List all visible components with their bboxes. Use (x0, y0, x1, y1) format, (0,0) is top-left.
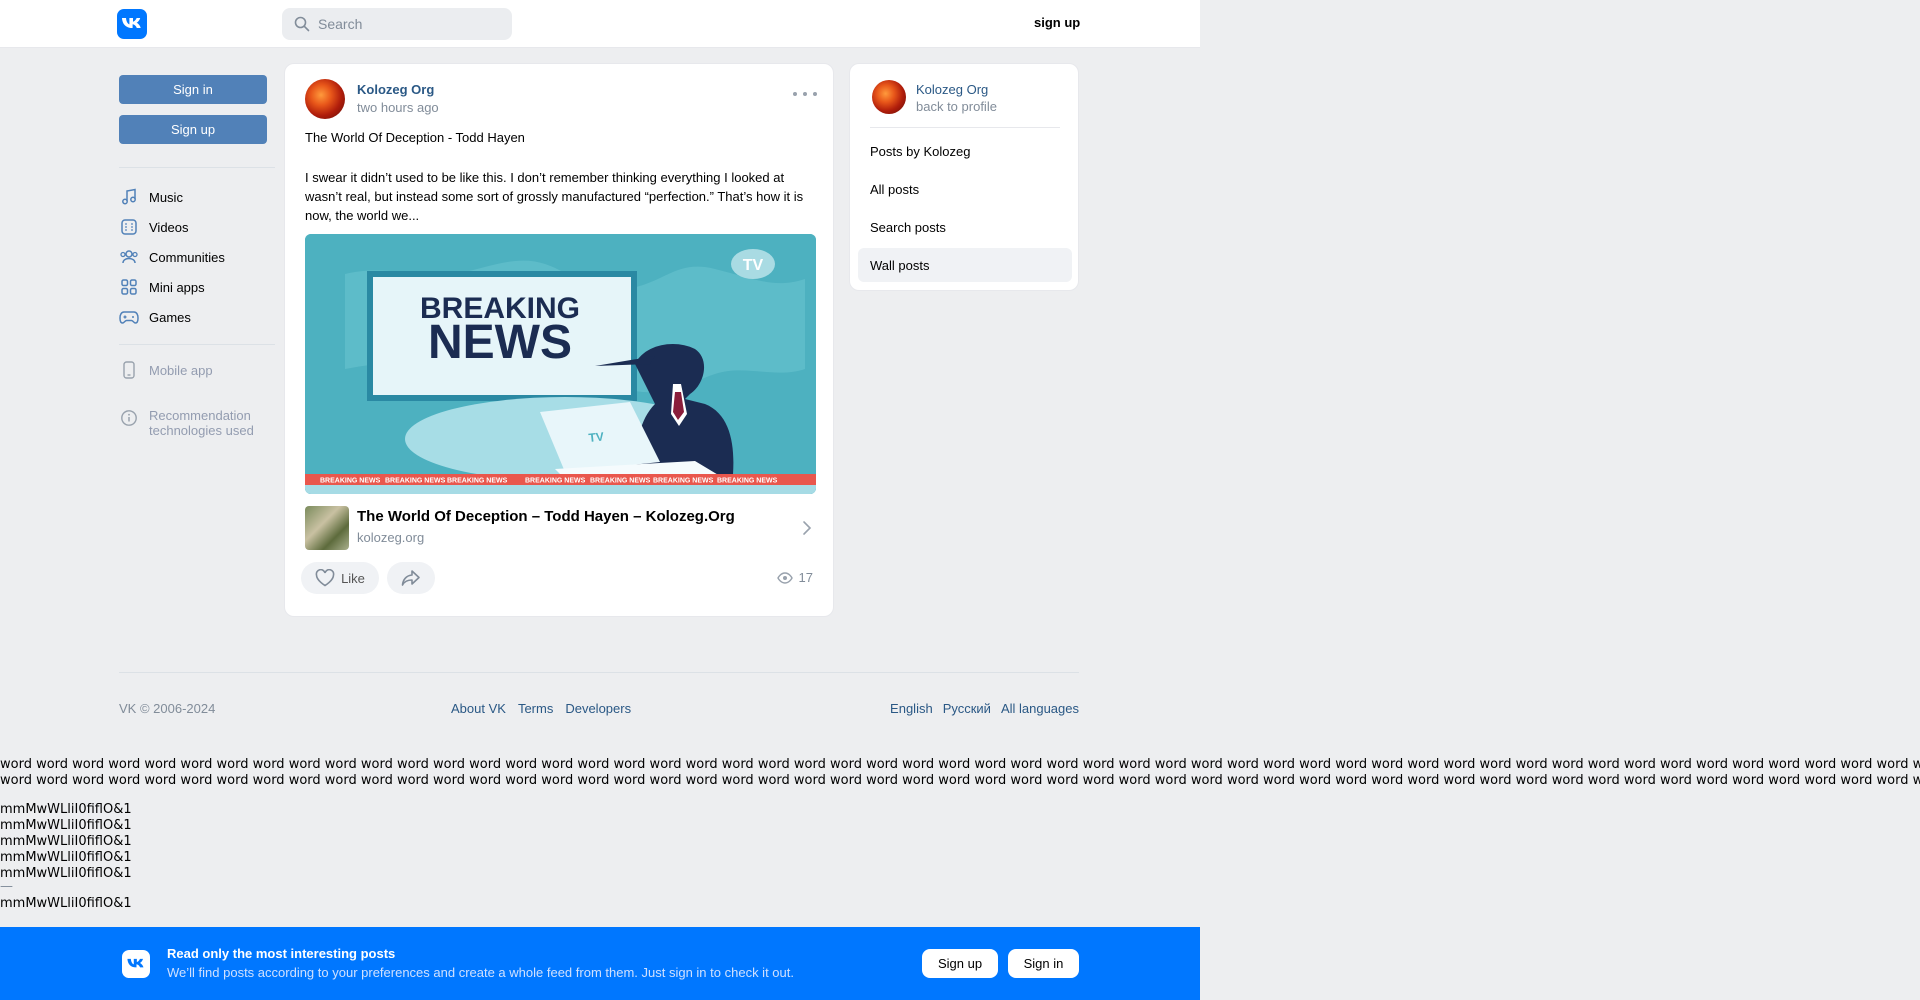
filler-word-line: word word word word word word word word … (0, 757, 1920, 772)
search-icon (294, 16, 310, 32)
video-icon (119, 217, 139, 237)
sidebar-signup-button[interactable]: Sign up (119, 115, 267, 144)
laptop-tv-text: TV (588, 429, 605, 445)
menu-item-wall-posts[interactable]: Wall posts (858, 248, 1072, 282)
link-title: The World Of Deception – Todd Hayen – Ko… (357, 508, 735, 525)
chevron-right-icon (803, 521, 812, 535)
ticker-text: BREAKING NEWS (320, 478, 381, 485)
post-timestamp[interactable]: two hours ago (357, 100, 439, 115)
sidebar-item-label: Music (149, 189, 183, 205)
vk-logo-icon (122, 950, 150, 978)
footer-link-developers[interactable]: Developers (565, 701, 631, 716)
heart-icon (315, 569, 335, 587)
views-count: 17 (798, 570, 813, 585)
sidebar-item-label: Communities (149, 249, 225, 265)
gamepad-icon (119, 307, 139, 327)
post-image[interactable]: BREAKING NEWS TV TV BREAKING NEWS BREAKI… (305, 234, 816, 494)
sidebar-item-music[interactable]: Music (119, 184, 275, 210)
footer-link-terms[interactable]: Terms (518, 701, 553, 716)
mini-apps-icon (119, 277, 139, 297)
eye-icon (776, 571, 793, 584)
sidebar-divider (119, 344, 275, 345)
more-options-icon[interactable] (793, 88, 817, 100)
profile-name-link[interactable]: Kolozeg Org (916, 82, 988, 97)
sidebar-item-games[interactable]: Games (119, 304, 275, 330)
news-text: NEWS (428, 316, 572, 369)
filler-word-lines: word word word word word word word word … (0, 757, 1920, 789)
info-icon (119, 408, 139, 428)
menu-item-posts-by[interactable]: Posts by Kolozeg (858, 134, 1072, 168)
filler-word-line: word word word word word word word word … (0, 773, 1920, 788)
link-domain: kolozeg.org (357, 530, 425, 545)
back-to-profile-link[interactable]: back to profile (916, 99, 997, 114)
language-all[interactable]: All languages (1001, 701, 1079, 716)
sidebar-signin-button[interactable]: Sign in (119, 75, 267, 104)
post-card: Kolozeg Org two hours ago The World Of D… (284, 63, 834, 617)
footer-divider (119, 672, 1079, 673)
phone-icon (119, 360, 139, 380)
sidebar-item-label: Mini apps (149, 279, 205, 295)
glyph-test-lines: mmMwWLliI0fiflO&1 mmMwWLliI0fiflO&1 mmMw… (0, 802, 132, 912)
banner-subtitle: We’ll find posts according to your prefe… (167, 965, 794, 980)
ticker-text: BREAKING NEWS (385, 478, 446, 485)
language-russian[interactable]: Русский (943, 701, 991, 716)
language-english[interactable]: English (890, 701, 933, 716)
tv-badge-text: TV (743, 257, 764, 274)
sidebar-item-mobile-app[interactable]: Mobile app (119, 357, 275, 383)
search-bar[interactable] (282, 8, 512, 40)
menu-divider (870, 127, 1060, 128)
sidebar-item-label: Mobile app (149, 362, 213, 378)
glyph-line: mmMwWLliI0fiflO&1 (0, 866, 132, 881)
glyph-line: mmMwWLliI0fiflO&1 (0, 802, 132, 817)
sidebar-item-recommendation[interactable]: Recommendation technologies used (119, 408, 275, 442)
menu-item-search-posts[interactable]: Search posts (858, 210, 1072, 244)
author-avatar[interactable] (305, 79, 345, 119)
post-author-link[interactable]: Kolozeg Org (357, 82, 434, 97)
banner-signin-button[interactable]: Sign in (1008, 949, 1079, 978)
top-header: sign up (0, 0, 1200, 48)
footer-links: About VK Terms Developers (451, 701, 631, 716)
ticker-text: BREAKING NEWS (590, 478, 651, 485)
share-button[interactable] (387, 562, 435, 594)
footer-link-about[interactable]: About VK (451, 701, 506, 716)
post-body-text: I swear it didn’t used to be like this. … (305, 170, 804, 223)
share-icon (401, 570, 420, 586)
sidebar-divider (119, 167, 275, 168)
banner-signup-button[interactable]: Sign up (922, 949, 998, 978)
sidebar-item-label: Videos (149, 219, 189, 235)
profile-avatar[interactable] (872, 80, 906, 114)
footer-languages: English Русский All languages (890, 701, 1079, 716)
post-title: The World Of Deception - Todd Hayen (305, 130, 525, 145)
glyph-line: mmMwWLliI0fiflO&1 (0, 818, 132, 833)
signup-banner: Read only the most interesting posts We’… (0, 927, 1200, 1000)
glyph-line: mmMwWLliI0fiflO&1 (0, 834, 132, 849)
sidebar-item-label: Games (149, 309, 191, 325)
ticker-text: BREAKING NEWS (653, 478, 714, 485)
menu-item-all-posts[interactable]: All posts (858, 172, 1072, 206)
link-attachment[interactable]: The World Of Deception – Todd Hayen – Ko… (305, 506, 816, 550)
ticker-text: BREAKING NEWS (447, 478, 508, 485)
sidebar-item-label: Recommendation technologies used (149, 408, 254, 438)
vk-logo-icon[interactable] (117, 9, 147, 39)
glyph-line: mmMwWLliI0fiflO&1 (0, 850, 132, 865)
communities-icon (119, 247, 139, 267)
profile-menu-card: Kolozeg Org back to profile Posts by Kol… (849, 63, 1079, 291)
sidebar-item-mini-apps[interactable]: Mini apps (119, 274, 275, 300)
header-signup-link[interactable]: sign up (1034, 15, 1080, 30)
search-input[interactable] (318, 16, 498, 32)
music-icon (119, 187, 139, 207)
sidebar-item-videos[interactable]: Videos (119, 214, 275, 240)
ticker-text: BREAKING NEWS (525, 478, 586, 485)
link-thumbnail (305, 506, 349, 550)
banner-title: Read only the most interesting posts (167, 946, 396, 961)
views-counter: 17 (776, 570, 813, 585)
like-label: Like (341, 570, 365, 586)
footer-copyright: VK © 2006-2024 (119, 701, 216, 716)
like-button[interactable]: Like (301, 562, 379, 594)
ticker-text: BREAKING NEWS (717, 478, 778, 485)
glyph-dash: — (0, 879, 13, 894)
glyph-line: mmMwWLliI0fiflO&1 (0, 896, 132, 911)
sidebar-item-communities[interactable]: Communities (119, 244, 275, 270)
